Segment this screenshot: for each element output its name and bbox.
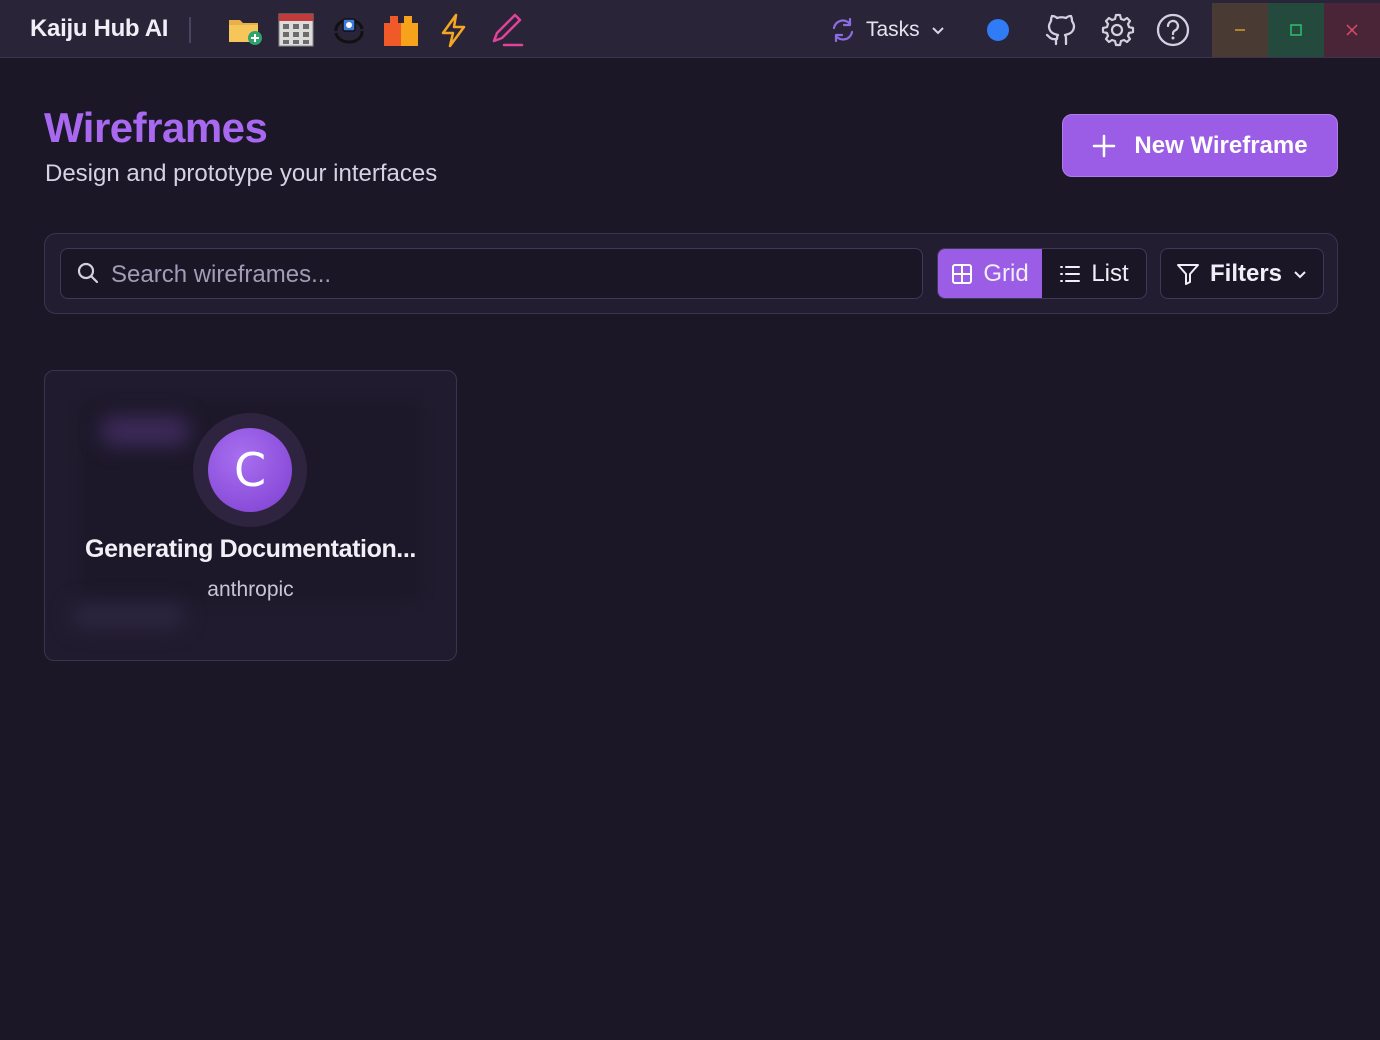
close-icon bbox=[1346, 24, 1358, 36]
help-icon[interactable] bbox=[1154, 11, 1192, 49]
chevron-down-icon bbox=[1294, 270, 1306, 278]
card-preview-decoration bbox=[70, 603, 185, 629]
tasks-label: Tasks bbox=[866, 18, 920, 41]
filters-button[interactable]: Filters bbox=[1160, 248, 1324, 299]
minimize-button[interactable] bbox=[1212, 3, 1268, 57]
blocks-icon[interactable] bbox=[382, 11, 420, 49]
avatar: C bbox=[208, 428, 292, 512]
grid-view-button[interactable]: Grid bbox=[938, 249, 1042, 298]
list-icon bbox=[1060, 265, 1081, 282]
view-toggle: Grid List bbox=[937, 248, 1147, 299]
filter-icon bbox=[1176, 263, 1199, 285]
new-wireframe-label: New Wireframe bbox=[1134, 131, 1308, 159]
title-divider bbox=[189, 17, 191, 43]
maximize-button[interactable] bbox=[1268, 3, 1324, 57]
card-title: Generating Documentation... bbox=[85, 535, 416, 563]
chevron-down-icon bbox=[931, 27, 944, 35]
card-preview-decoration bbox=[100, 416, 190, 446]
list-view-button[interactable]: List bbox=[1042, 249, 1146, 298]
toolbar: Grid List Filters bbox=[44, 233, 1338, 314]
filters-label: Filters bbox=[1209, 259, 1283, 287]
tasks-dropdown[interactable]: Tasks bbox=[830, 14, 946, 46]
github-icon[interactable] bbox=[1042, 11, 1080, 49]
grid-view-label: Grid bbox=[983, 259, 1029, 287]
title-bar: Kaiju Hub AI Tasks bbox=[0, 0, 1380, 58]
calculator-icon[interactable] bbox=[277, 11, 315, 49]
list-view-label: List bbox=[1091, 259, 1129, 287]
page-subtitle: Design and prototype your interfaces bbox=[45, 160, 438, 187]
grid-icon bbox=[952, 263, 973, 284]
wireframe-card[interactable]: C Generating Documentation... anthropic bbox=[44, 370, 457, 661]
pen-icon[interactable] bbox=[488, 11, 526, 49]
plus-icon bbox=[1093, 134, 1116, 157]
maximize-icon bbox=[1290, 24, 1302, 36]
folder-add-icon[interactable] bbox=[226, 11, 264, 49]
search-box bbox=[60, 248, 923, 300]
minimize-icon bbox=[1235, 29, 1245, 31]
card-author: anthropic bbox=[207, 578, 294, 601]
app-title: Kaiju Hub AI bbox=[30, 15, 169, 42]
search-input[interactable] bbox=[109, 249, 913, 300]
search-icon bbox=[77, 262, 99, 284]
refresh-icon bbox=[832, 17, 854, 43]
new-wireframe-button[interactable]: New Wireframe bbox=[1062, 114, 1338, 177]
page-title: Wireframes bbox=[44, 104, 268, 151]
gear-icon[interactable] bbox=[1098, 11, 1136, 49]
status-dot[interactable] bbox=[987, 19, 1009, 41]
close-button[interactable] bbox=[1324, 3, 1380, 57]
sync-robot-icon[interactable] bbox=[330, 11, 368, 49]
lightning-icon[interactable] bbox=[435, 11, 473, 49]
